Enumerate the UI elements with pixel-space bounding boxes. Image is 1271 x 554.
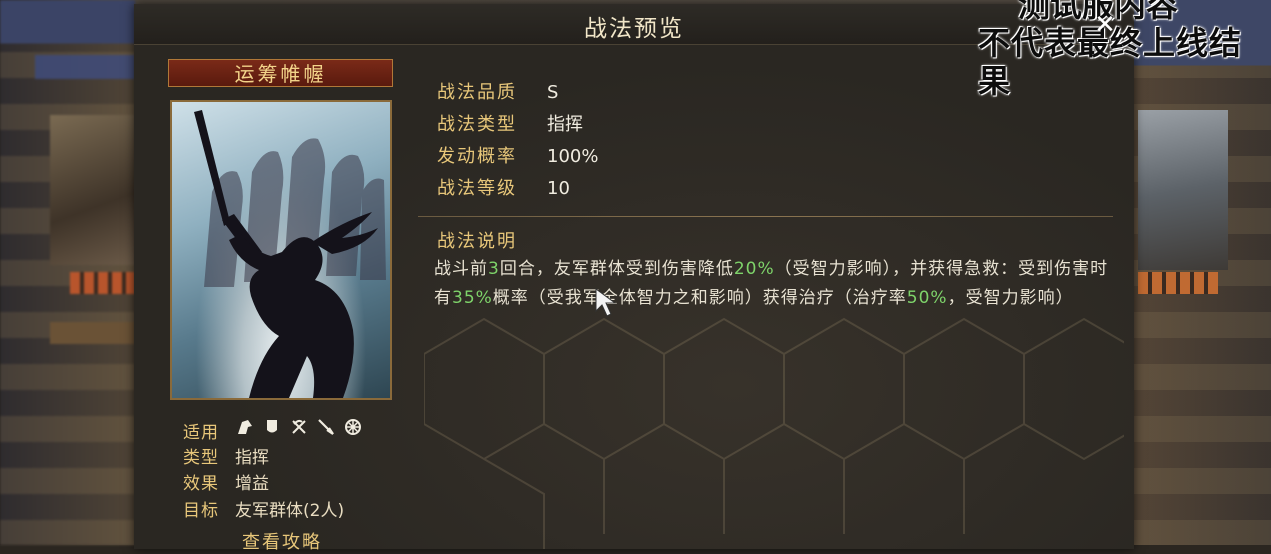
mouse-cursor-icon [595, 288, 617, 317]
desc-number: 20% [733, 259, 775, 279]
quality-label: 战法品质 [437, 82, 517, 103]
meta-type-label: 类型 [183, 448, 219, 468]
watermark-line2: 不代表最终上线结果 [978, 24, 1243, 100]
skill-description: 战斗前3回合，友军群体受到伤害降低20%（受智力影响），并获得急救：受到伤害时有… [434, 255, 1114, 313]
bow-icon [290, 418, 308, 436]
spear-icon [317, 418, 335, 436]
level-value: 10 [547, 178, 570, 199]
type-label: 战法类型 [437, 114, 517, 135]
meta-effect-label: 效果 [183, 474, 219, 494]
warrior-silhouette-icon [194, 110, 386, 398]
bg-tags [70, 272, 135, 294]
cavalry-icon [236, 418, 254, 436]
bg-tags [1138, 272, 1218, 294]
meta-effect-value: 增益 [235, 474, 269, 494]
rate-label: 发动概率 [437, 146, 517, 167]
desc-number: 50% [906, 288, 948, 308]
rate-row: 发动概率 100% [437, 142, 598, 168]
description-title: 战法说明 [437, 231, 517, 252]
unit-type-icons [236, 418, 362, 436]
close-button[interactable]: ✕ [1090, 10, 1120, 40]
level-row: 战法等级 10 [437, 174, 570, 200]
skill-card-art [170, 100, 392, 400]
rate-value: 100% [547, 146, 599, 167]
section-divider [418, 216, 1113, 217]
meta-target-value: 友军群体(2人) [235, 501, 345, 521]
background-left-panel [0, 0, 135, 545]
meta-target-row: 目标 友军群体(2人) [183, 496, 344, 521]
close-icon: ✕ [1094, 10, 1116, 40]
wheel-icon [344, 418, 362, 436]
desc-text: 回合，友军群体受到伤害降低 [499, 259, 734, 279]
desc-text: 战斗前 [434, 259, 488, 279]
hex-pattern-decoration [424, 317, 1124, 549]
shield-icon [263, 418, 281, 436]
meta-apply-row: 适用 [183, 418, 235, 443]
desc-text: ，受智力影响） [947, 288, 1074, 308]
quality-value: S [547, 82, 559, 103]
bg-button [50, 322, 135, 344]
view-guide-link[interactable]: 查看攻略 [242, 528, 322, 554]
skill-name-banner: 运筹帷幄 [168, 59, 393, 87]
desc-text: 概率（受我军全体智力之和影响）获得治疗（治疗率 [492, 288, 907, 308]
bg-hero-portrait [50, 115, 135, 265]
meta-target-label: 目标 [183, 501, 219, 521]
test-server-watermark: 测试服内容 不代表最终上线结果 [978, 0, 1268, 100]
meta-type-row: 类型 指挥 [183, 443, 269, 468]
meta-apply-label: 适用 [183, 423, 219, 443]
bg-tab-strip [35, 55, 135, 79]
desc-number: 35% [452, 288, 493, 308]
meta-type-value: 指挥 [235, 448, 269, 468]
desc-number: 3 [488, 259, 500, 279]
level-label: 战法等级 [437, 178, 517, 199]
watermark-line1: 测试服内容 [1018, 0, 1179, 24]
type-row: 战法类型 指挥 [437, 110, 583, 136]
type-value: 指挥 [547, 114, 583, 135]
meta-effect-row: 效果 增益 [183, 469, 269, 494]
quality-row: 战法品质 S [437, 78, 558, 104]
bg-hero-portrait [1138, 110, 1228, 270]
